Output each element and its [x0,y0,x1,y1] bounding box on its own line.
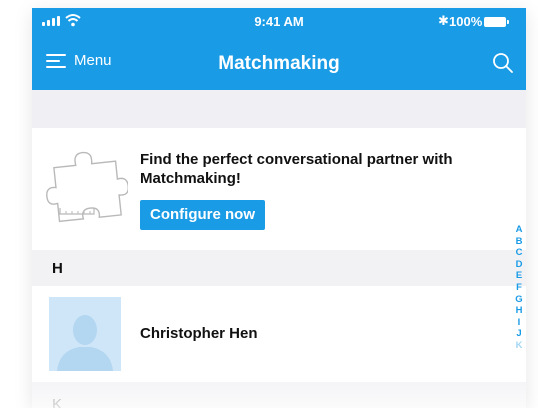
index-letter[interactable]: J [516,328,521,340]
list-item[interactable]: Christopher Hen [32,286,526,382]
promo-text: Find the perfect conversational partner … [140,151,453,187]
index-letter[interactable]: B [516,236,523,248]
contact-name: Christopher Hen [140,325,258,342]
header-spacer [32,90,526,128]
configure-now-button[interactable]: Configure now [140,200,265,230]
search-icon[interactable] [492,52,514,74]
battery-percent: 100% [449,14,483,29]
section-header-k: K [32,382,526,408]
index-letter[interactable]: H [516,305,523,317]
section-header-h: H [32,250,526,286]
battery-icon [484,17,509,27]
puzzle-piece-icon [46,151,128,223]
person-placeholder-icon [49,297,121,371]
status-bar: 9:41 AM ✱ 100% [32,8,526,38]
nav-bar: Menu Matchmaking [32,38,526,90]
index-letter[interactable]: G [515,294,522,306]
top-bar: 9:41 AM ✱ 100% Menu Matchmaking [32,8,526,90]
index-letter[interactable]: K [516,340,523,352]
phone-screen: 9:41 AM ✱ 100% Menu Matchmaking Find the… [32,8,526,408]
index-letter[interactable]: C [516,247,523,259]
index-letter[interactable]: F [516,282,522,294]
alphabet-index[interactable]: A B C D E F G H I J K [512,224,526,352]
index-letter[interactable]: A [516,224,523,236]
page-title: Matchmaking [218,53,340,74]
index-letter[interactable]: E [516,270,522,282]
section-letter: H [52,260,63,277]
matchmaking-promo-card: Find the perfect conversational partner … [32,128,526,250]
section-letter: K [52,396,63,408]
index-letter[interactable]: I [518,317,521,329]
bluetooth-icon: ✱ [438,13,449,28]
index-letter[interactable]: D [516,259,523,271]
